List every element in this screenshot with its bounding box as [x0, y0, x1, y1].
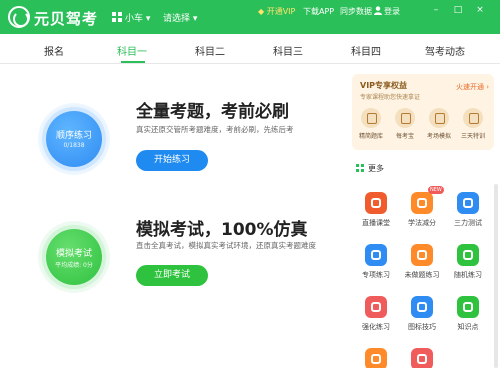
feature-label: 随机练习: [454, 271, 482, 279]
vip-item-label: 三天特训: [460, 133, 485, 140]
login-link[interactable]: 登录: [384, 6, 400, 17]
test-70-icon: [457, 192, 479, 214]
vip-open-link[interactable]: 火速开通 ›: [456, 82, 489, 92]
region-select[interactable]: 请选择 ▾: [163, 11, 197, 24]
feature-random-practice[interactable]: 随机练习: [448, 244, 488, 280]
target-icon: [411, 244, 433, 266]
feature-more-2[interactable]: [402, 348, 442, 368]
vip-item-question-bank[interactable]: 精简题库: [356, 108, 386, 140]
feature-more-1[interactable]: [356, 348, 396, 368]
tab-subject-one[interactable]: 科目一: [117, 43, 147, 58]
user-icon: [374, 6, 382, 15]
practice-description: 真实还原交管所考题难度，考前必刷，先练后考: [136, 125, 294, 134]
live-tv-icon: [365, 192, 387, 214]
tab-exam-news[interactable]: 驾考动态: [425, 43, 465, 58]
shield-icon: [411, 192, 433, 214]
subject-tabs: 报名 科目一 科目二 科目三 科目四 驾考动态: [0, 34, 500, 64]
car-type-select[interactable]: 小车 ▾: [125, 11, 150, 24]
feature-label: 未做题练习: [404, 271, 440, 279]
vip-item-label: 每考宝: [395, 133, 414, 140]
mock-exam-circle[interactable]: 模拟考试 平均成绩: 0分: [46, 229, 102, 285]
practice-progress: 0/1838: [63, 142, 85, 149]
active-tab-indicator: [121, 61, 145, 63]
feature-law-study[interactable]: NEW 学法减分: [402, 186, 444, 228]
vip-card-subtitle: 专家课程助您快速拿证: [360, 94, 421, 101]
exam-heading: 模拟考试，100%仿真: [136, 220, 308, 240]
right-panel-scrollbar[interactable]: [494, 184, 498, 368]
feature-knowledge-points[interactable]: 知识点: [448, 296, 488, 332]
tab-subject-three[interactable]: 科目三: [273, 43, 303, 58]
tab-signup[interactable]: 报名: [44, 43, 64, 58]
calendar-icon: [463, 108, 483, 128]
feature-three-ability-test[interactable]: 三力测试: [448, 192, 488, 228]
vip-item-exam-treasure[interactable]: 每考宝: [390, 108, 420, 140]
checklist-icon: [365, 244, 387, 266]
logo-icon: [8, 6, 30, 28]
tab-subject-two[interactable]: 科目二: [195, 43, 225, 58]
feature-label: 强化练习: [362, 323, 390, 331]
feature-undone-practice[interactable]: 未做题练习: [402, 244, 442, 280]
feature-icon-tips[interactable]: 图标技巧: [402, 296, 442, 332]
sync-data-link[interactable]: 同步数据: [340, 6, 372, 17]
grid-icon[interactable]: [112, 12, 123, 23]
feature-label: 三力测试: [454, 219, 482, 227]
vip-item-label: 精简题库: [358, 133, 383, 140]
feature-intensive-practice[interactable]: 强化练习: [356, 296, 396, 332]
image-icon: [411, 296, 433, 318]
open-vip-label: 开通VIP: [266, 7, 296, 16]
feature-label: 知识点: [457, 323, 479, 331]
vip-icon: [365, 348, 387, 368]
feature-label: 直播课堂: [362, 219, 390, 227]
shuffle-icon: [457, 244, 479, 266]
vip-item-label: 考场模拟: [426, 133, 451, 140]
close-button[interactable]: ×: [474, 4, 486, 16]
tab-subject-four[interactable]: 科目四: [351, 43, 381, 58]
feature-label: 专项练习: [362, 271, 390, 279]
more-label: 更多: [368, 164, 384, 173]
start-practice-button[interactable]: 开始练习: [136, 150, 208, 171]
vip-item-three-day-training[interactable]: 三天特训: [458, 108, 488, 140]
feature-label: 学法减分: [408, 219, 436, 227]
app-title: 元贝驾考: [34, 10, 99, 28]
feature-special-practice[interactable]: 专项练习: [356, 244, 396, 280]
exam-average-score: 平均成绩: 0分: [55, 262, 93, 269]
book-icon: [457, 296, 479, 318]
book-icon: [361, 108, 381, 128]
document-icon: [395, 108, 415, 128]
top-bar: 元贝驾考 小车 ▾ 请选择 ▾ ◆ 开通VIP 下载APP 同步数据 登录 – …: [0, 0, 500, 34]
exam-description: 直击全真考试，模拟真实考试环境，还原真实考题难度: [136, 241, 316, 250]
start-exam-button[interactable]: 立即考试: [136, 265, 208, 286]
open-vip-link[interactable]: ◆ 开通VIP: [258, 6, 295, 17]
vip-item-exam-simulation[interactable]: 考场模拟: [424, 108, 454, 140]
grid-icon: [356, 164, 364, 172]
practice-circle-title: 顺序练习: [55, 131, 92, 141]
exam-circle-title: 模拟考试: [55, 249, 92, 259]
practice-heading: 全量考题，考前必刷: [136, 102, 289, 122]
vip-benefits-card[interactable]: VIP专享权益 专家课程助您快速拿证 火速开通 › 精简题库 每考宝 考场模拟 …: [352, 74, 494, 150]
tag-icon: [411, 348, 433, 368]
sequential-practice-circle[interactable]: 顺序练习 0/1838: [46, 111, 102, 167]
minimize-button[interactable]: –: [430, 4, 442, 16]
monitor-icon: [429, 108, 449, 128]
vip-card-title: VIP专享权益: [360, 81, 408, 90]
maximize-button[interactable]: □: [452, 4, 464, 16]
feature-live-class[interactable]: 直播课堂: [356, 192, 396, 228]
feature-label: 图标技巧: [408, 323, 436, 331]
fire-icon: [365, 296, 387, 318]
new-badge: NEW: [428, 186, 444, 194]
download-app-link[interactable]: 下载APP: [303, 6, 334, 17]
